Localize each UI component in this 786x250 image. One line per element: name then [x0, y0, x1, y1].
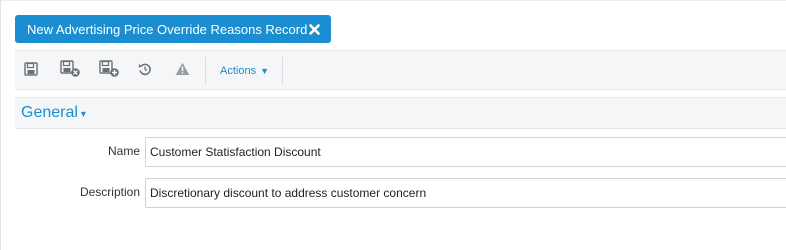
chevron-down-icon: ▾ — [80, 108, 86, 120]
record-window: New Advertising Price Override Reasons R… — [0, 0, 786, 250]
save-icon — [24, 61, 38, 81]
toolbar: Actions ▼ — [15, 50, 786, 90]
undo-icon — [138, 62, 152, 81]
description-label: Description — [79, 185, 140, 199]
save-and-close-button[interactable] — [60, 59, 82, 83]
save-button[interactable] — [20, 61, 42, 81]
description-field[interactable] — [145, 178, 786, 208]
save-new-icon — [99, 59, 121, 83]
save-close-icon — [60, 59, 82, 83]
warnings-button[interactable] — [171, 61, 193, 81]
actions-label: Actions — [220, 65, 257, 77]
name-field[interactable] — [145, 137, 786, 167]
close-icon[interactable] — [307, 22, 321, 36]
toolbar-divider — [282, 57, 283, 85]
chevron-down-icon: ▼ — [260, 65, 269, 76]
warning-icon — [175, 62, 190, 81]
undo-button[interactable] — [134, 61, 156, 81]
actions-menu-button[interactable]: Actions ▼ — [220, 63, 269, 79]
name-label: Name — [107, 144, 140, 158]
record-tab[interactable]: New Advertising Price Override Reasons R… — [15, 15, 331, 43]
section-header-general[interactable]: General ▾ — [15, 97, 786, 129]
toolbar-divider — [205, 57, 206, 85]
record-tab-title: New Advertising Price Override Reasons R… — [27, 21, 308, 37]
save-and-new-button[interactable] — [99, 59, 121, 83]
section-title: General — [21, 104, 78, 121]
